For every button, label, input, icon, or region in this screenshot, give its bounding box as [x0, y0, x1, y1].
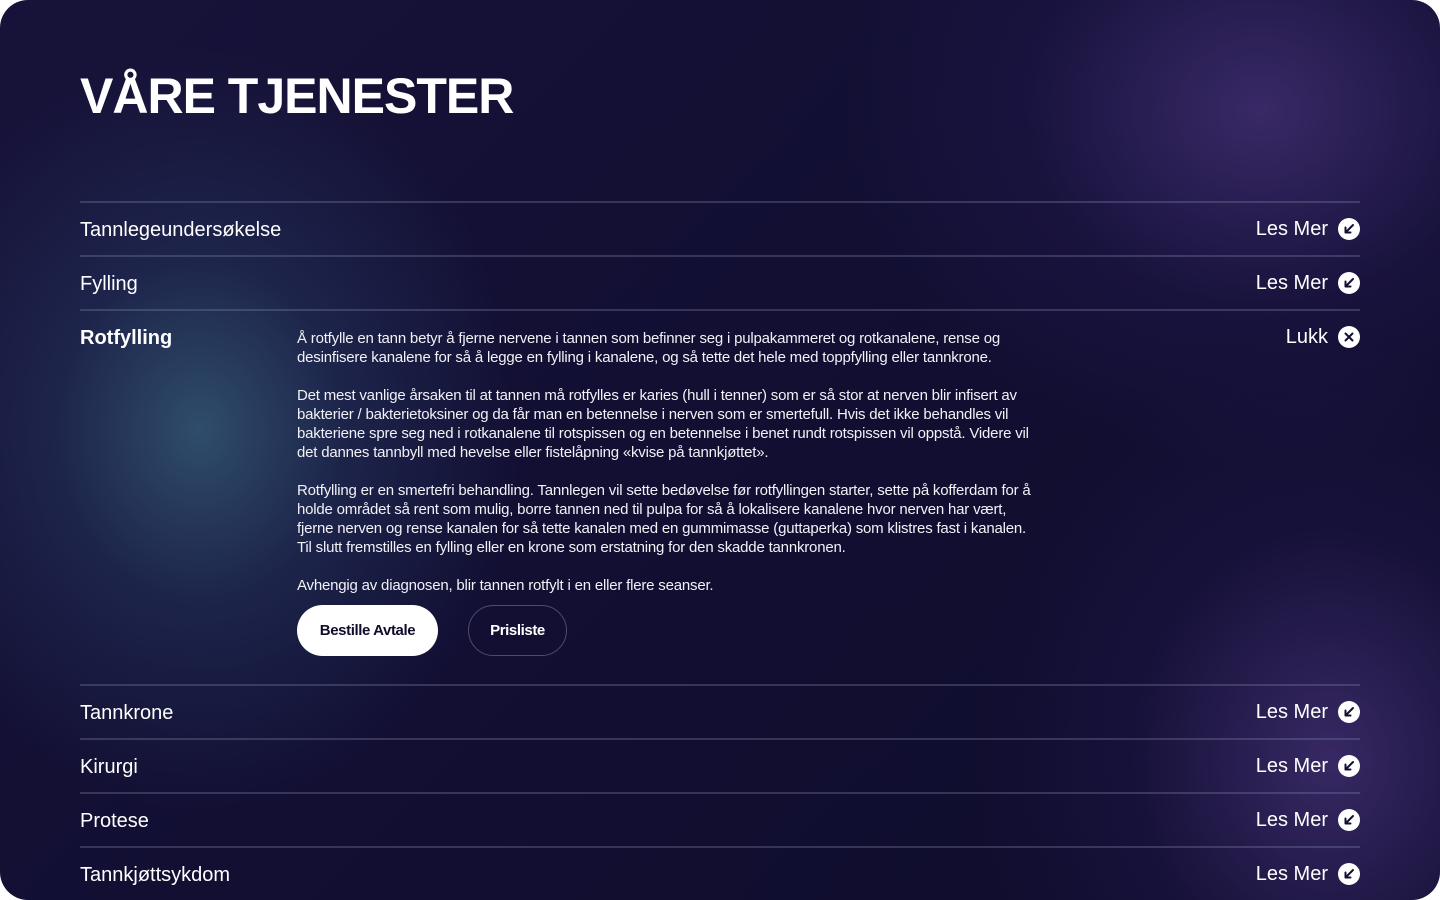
- arrow-down-left-circle-icon: [1338, 755, 1360, 777]
- description-paragraph: Å rotfylle en tann betyr å fjerne nerven…: [297, 330, 1000, 366]
- read-more-label: Les Mer: [1255, 863, 1328, 885]
- services-page: VÅRE TJENESTER Tannlegeundersøkelse Les …: [0, 0, 1440, 900]
- service-row-tannlegeundersokelse[interactable]: Tannlegeundersøkelse Les Mer: [80, 201, 1360, 255]
- service-title[interactable]: Tannkrone: [80, 701, 173, 725]
- close-circle-icon: [1338, 326, 1360, 348]
- description-paragraph: Avhengig av diagnosen, blir tannen rotfy…: [297, 577, 714, 594]
- read-more-label: Les Mer: [1255, 809, 1328, 831]
- read-more-label: Les Mer: [1255, 218, 1328, 240]
- description-paragraph: Rotfylling er en smertefri behandling. T…: [297, 482, 1031, 556]
- service-row-fylling[interactable]: Fylling Les Mer: [80, 255, 1360, 309]
- read-more-link[interactable]: Les Mer: [1256, 862, 1360, 886]
- service-row-kirurgi[interactable]: Kirurgi Les Mer: [80, 738, 1360, 792]
- service-actions: Bestille Avtale Prisliste: [297, 605, 567, 656]
- arrow-down-left-circle-icon: [1338, 272, 1360, 294]
- service-title[interactable]: Protese: [80, 809, 149, 833]
- price-list-button[interactable]: Prisliste: [468, 605, 567, 656]
- service-title[interactable]: Fylling: [80, 272, 138, 296]
- read-more-link[interactable]: Les Mer: [1256, 754, 1360, 778]
- read-more-label: Les Mer: [1255, 701, 1328, 723]
- arrow-down-left-circle-icon: [1338, 809, 1360, 831]
- read-more-link[interactable]: Les Mer: [1256, 808, 1360, 832]
- arrow-down-left-circle-icon: [1338, 218, 1360, 240]
- book-appointment-button[interactable]: Bestille Avtale: [297, 605, 438, 656]
- service-description: Å rotfylle en tann betyr å fjerne nerven…: [297, 329, 1037, 595]
- service-title[interactable]: Kirurgi: [80, 755, 138, 779]
- service-title[interactable]: Tannkjøttsykdom: [80, 863, 230, 887]
- service-row-tannkrone[interactable]: Tannkrone Les Mer: [80, 684, 1360, 738]
- service-accordion: Tannlegeundersøkelse Les Mer Fylling Les…: [80, 201, 1360, 900]
- service-row-tannkjottsykdom[interactable]: Tannkjøttsykdom Les Mer: [80, 846, 1360, 900]
- arrow-down-left-circle-icon: [1338, 701, 1360, 723]
- service-title[interactable]: Tannlegeundersøkelse: [80, 218, 281, 242]
- read-more-label: Les Mer: [1255, 272, 1328, 294]
- close-link[interactable]: Lukk: [1286, 325, 1360, 349]
- close-label: Lukk: [1285, 326, 1328, 348]
- read-more-link[interactable]: Les Mer: [1256, 217, 1360, 241]
- description-paragraph: Det mest vanlige årsaken til at tannen m…: [297, 387, 1029, 461]
- read-more-label: Les Mer: [1255, 755, 1328, 777]
- read-more-link[interactable]: Les Mer: [1256, 700, 1360, 724]
- service-row-rotfylling: Rotfylling Lukk Å rotfylle en tann betyr…: [80, 309, 1360, 684]
- service-title[interactable]: Rotfylling: [80, 326, 172, 350]
- read-more-link[interactable]: Les Mer: [1256, 271, 1360, 295]
- page-title: VÅRE TJENESTER: [80, 68, 514, 124]
- service-row-protese[interactable]: Protese Les Mer: [80, 792, 1360, 846]
- arrow-down-left-circle-icon: [1338, 863, 1360, 885]
